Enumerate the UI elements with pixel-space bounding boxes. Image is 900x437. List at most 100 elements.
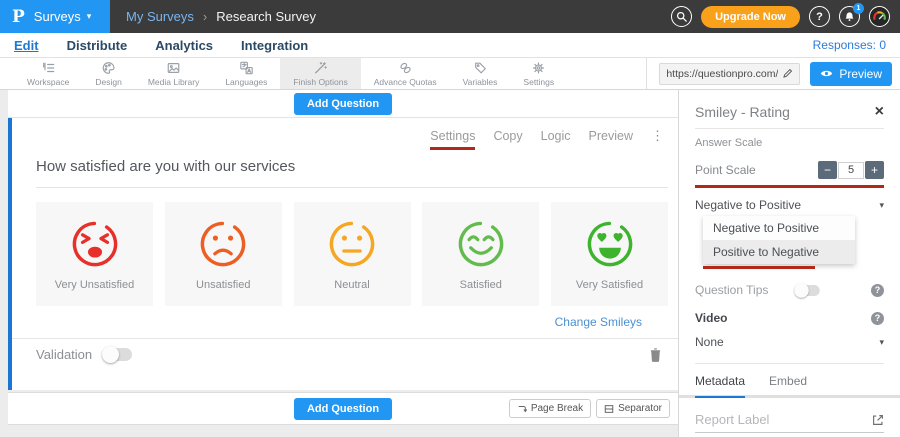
tool-finish-options[interactable]: Finish Options (280, 58, 360, 89)
tool-settings[interactable]: Settings (510, 58, 567, 89)
heart-eyes-face-icon (584, 218, 636, 270)
question-tips-toggle[interactable] (795, 284, 821, 295)
nav-distribute[interactable]: Distribute (67, 38, 128, 53)
tool-media-library[interactable]: Media Library (135, 58, 213, 89)
notification-badge: 1 (853, 3, 864, 14)
breadcrumb-my-surveys[interactable]: My Surveys (126, 9, 194, 24)
tag-icon (473, 61, 488, 75)
tool-languages[interactable]: Languages (212, 58, 280, 89)
answer-scale-label: Answer Scale (695, 137, 884, 149)
smiley-very-satisfied[interactable]: Very Satisfied (551, 202, 668, 306)
chain-link-icon (398, 61, 413, 75)
delete-question-icon[interactable] (649, 347, 662, 362)
scale-direction-select[interactable]: Negative to Positive ▾ (695, 198, 884, 212)
app-menu-label: Surveys ▾ (34, 9, 92, 24)
page-break-icon (517, 404, 527, 414)
tab-embed[interactable]: Embed (769, 374, 807, 395)
survey-nav: Edit Distribute Analytics Integration Re… (0, 33, 900, 58)
tool-variables[interactable]: Variables (450, 58, 511, 89)
workspace-icon (41, 61, 56, 75)
angry-face-icon (69, 218, 121, 270)
video-help-icon[interactable]: ? (871, 312, 884, 325)
chevron-down-icon: ▾ (879, 337, 884, 348)
question-title[interactable]: How satisfied are you with our services (36, 158, 668, 188)
change-smileys-link[interactable]: Change Smileys (36, 315, 642, 329)
upgrade-now-button[interactable]: Upgrade Now (701, 6, 800, 28)
video-select[interactable]: None ▾ (695, 335, 884, 349)
smiley-scale: Very Unsatisfied Unsatisfied Neutral (36, 202, 668, 306)
close-icon[interactable]: × (875, 104, 884, 120)
scale-direction-options: Negative to Positive Positive to Negativ… (703, 216, 855, 264)
image-icon (166, 61, 181, 75)
toolbar-right: Preview (646, 58, 900, 89)
point-scale-value[interactable]: 5 (838, 162, 864, 179)
tool-advance-quotas[interactable]: Advance Quotas (361, 58, 450, 89)
video-value: None (695, 335, 724, 349)
editor-toolbar: Workspace Design Media Library Languages… (0, 58, 900, 90)
validation-toggle[interactable] (102, 348, 132, 361)
smiley-neutral[interactable]: Neutral (294, 202, 411, 306)
question-tips-help-icon[interactable]: ? (871, 284, 884, 297)
smiley-unsatisfied[interactable]: Unsatisfied (165, 202, 282, 306)
validation-row: Validation (12, 338, 678, 370)
tool-design[interactable]: Design (82, 58, 134, 89)
breadcrumb-research-survey: Research Survey (216, 9, 316, 24)
tool-label: Settings (523, 77, 554, 87)
divider (695, 363, 884, 364)
tool-label: Finish Options (293, 77, 347, 87)
questionpro-logo: P (12, 7, 25, 27)
sidebar-title: Smiley - Rating (695, 104, 790, 120)
gear-icon (531, 61, 546, 75)
page-break-button[interactable]: Page Break (509, 399, 591, 418)
increment-button[interactable]: + (865, 161, 884, 179)
breadcrumb-separator: › (203, 9, 207, 24)
tool-workspace[interactable]: Workspace (14, 58, 82, 89)
smiley-label: Unsatisfied (196, 279, 250, 291)
tab-metadata[interactable]: Metadata (695, 374, 745, 398)
separator-button[interactable]: Separator (596, 399, 670, 418)
breadcrumb: My Surveys › Research Survey (126, 9, 316, 24)
tab-preview[interactable]: Preview (589, 129, 633, 143)
help-icon[interactable]: ? (809, 6, 830, 27)
divider (695, 128, 884, 129)
add-question-button-top[interactable]: Add Question (294, 93, 392, 115)
annotation-underline-point-scale (695, 185, 884, 188)
video-row: Video ? (695, 311, 884, 325)
smiley-very-unsatisfied[interactable]: Very Unsatisfied (36, 202, 153, 306)
option-positive-to-negative[interactable]: Positive to Negative (703, 240, 855, 264)
preview-button[interactable]: Preview (810, 62, 892, 86)
smiley-satisfied[interactable]: Satisfied (422, 202, 539, 306)
topbar-actions: Upgrade Now ? 1 (671, 6, 900, 28)
decrement-button[interactable]: − (818, 161, 837, 179)
search-icon[interactable] (671, 6, 692, 27)
more-options-icon[interactable]: ⋮ (651, 128, 664, 144)
edit-pencil-icon[interactable] (782, 68, 793, 79)
chevron-down-icon: ▾ (879, 200, 884, 211)
tab-logic[interactable]: Logic (541, 129, 571, 143)
tab-copy[interactable]: Copy (493, 129, 522, 143)
scale-direction-value: Negative to Positive (695, 198, 801, 212)
break-buttons: Page Break Separator (509, 399, 670, 418)
add-question-button-bottom[interactable]: Add Question (294, 398, 392, 420)
option-negative-to-positive[interactable]: Negative to Positive (703, 216, 855, 240)
nav-edit[interactable]: Edit (14, 38, 39, 53)
point-scale-row: Point Scale − 5 + (695, 161, 884, 179)
survey-url-input[interactable] (666, 68, 778, 80)
survey-url-box (659, 63, 800, 85)
tool-label: Advance Quotas (374, 77, 437, 87)
responses-count[interactable]: Responses: 0 (813, 38, 886, 52)
profile-avatar[interactable] (869, 6, 890, 27)
question-tabs: Settings Copy Logic Preview ⋮ (36, 128, 668, 144)
notifications-bell-icon[interactable]: 1 (839, 6, 860, 27)
nav-integration[interactable]: Integration (241, 38, 308, 53)
translate-icon (239, 61, 254, 75)
tab-settings[interactable]: Settings (430, 129, 475, 150)
open-editor-icon[interactable] (871, 413, 885, 427)
report-label-input[interactable] (695, 412, 871, 427)
question-tips-label: Question Tips (695, 283, 768, 297)
nav-analytics[interactable]: Analytics (155, 38, 213, 53)
question-panel: Settings Copy Logic Preview ⋮ How satisf… (8, 118, 678, 390)
surveys-app-menu[interactable]: P Surveys ▾ (0, 0, 110, 33)
video-label: Video (695, 311, 727, 325)
question-tips-row: Question Tips ? (695, 283, 884, 297)
